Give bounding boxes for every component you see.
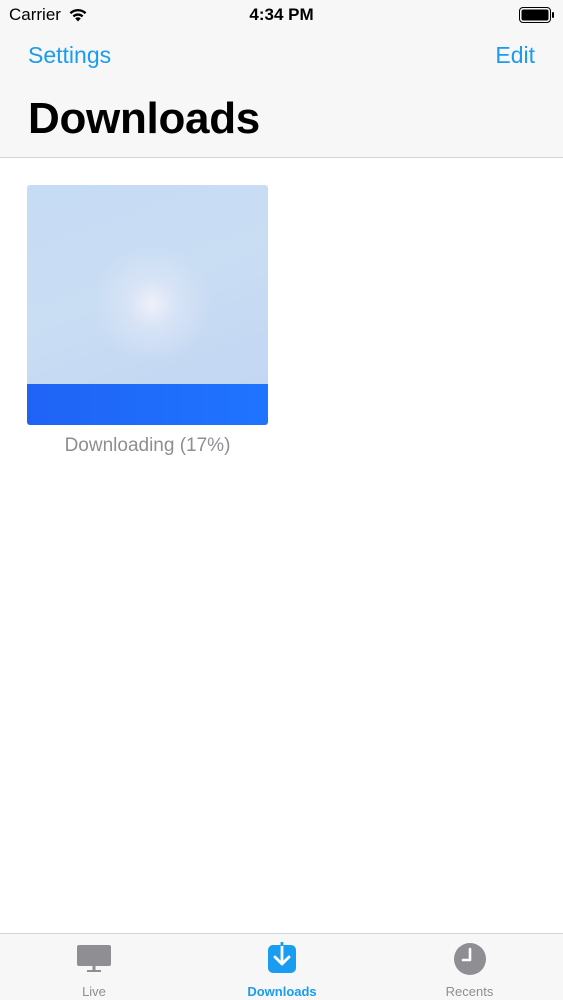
edit-button[interactable]: Edit (495, 42, 535, 69)
download-icon (268, 942, 296, 973)
tab-downloads-label: Downloads (247, 984, 317, 999)
tab-downloads[interactable]: Downloads (188, 934, 376, 1000)
tab-recents[interactable]: Recents (376, 934, 563, 1000)
screen: Carrier 4:34 PM Settings Edit Downloads … (0, 0, 563, 1000)
download-item[interactable] (27, 185, 268, 425)
settings-button[interactable]: Settings (28, 42, 111, 69)
tab-live-label: Live (82, 984, 106, 999)
tv-icon (77, 945, 111, 972)
page-title: Downloads (28, 94, 260, 143)
tab-recents-label: Recents (445, 984, 494, 999)
battery-icon (519, 7, 554, 23)
navigation-bar: Settings Edit Downloads (0, 30, 563, 158)
download-status-text: Downloading (17%) (64, 435, 231, 456)
tab-bar: Live Downloads Recents (0, 933, 563, 1000)
clock-icon (453, 943, 486, 975)
clock-time: 4:34 PM (249, 5, 314, 24)
download-thumbnail (27, 185, 268, 384)
status-bar: Carrier 4:34 PM (0, 0, 563, 30)
tab-live[interactable]: Live (0, 934, 188, 1000)
download-progress-band (27, 384, 268, 425)
